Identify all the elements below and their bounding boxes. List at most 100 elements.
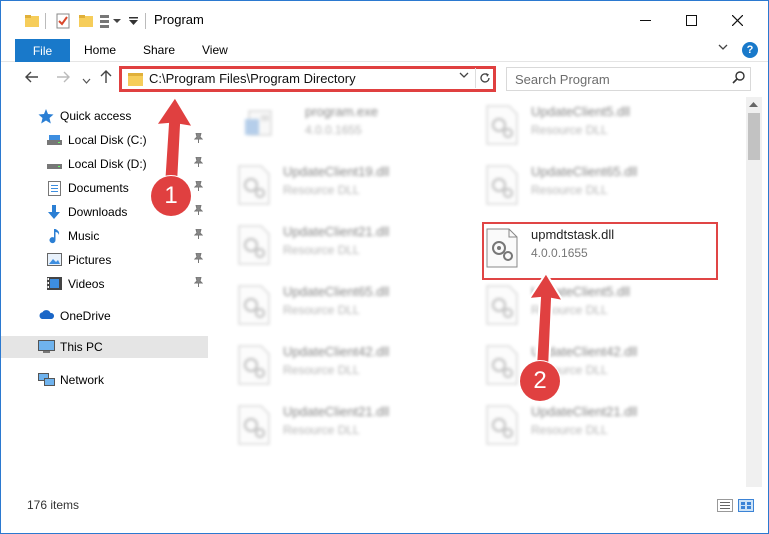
pin-icon[interactable]: [193, 252, 204, 266]
title-bar: Program: [1, 1, 768, 39]
vertical-scrollbar[interactable]: [746, 97, 762, 487]
file-type: Resource DLL: [283, 303, 360, 317]
scrollbar-thumb[interactable]: [748, 113, 760, 160]
refresh-icon[interactable]: [475, 68, 493, 88]
up-button[interactable]: [100, 70, 112, 88]
file-item[interactable]: UpdateClient5.dll Resource DLL: [461, 279, 701, 331]
file-name: UpdateClient19.dll: [283, 164, 390, 179]
search-input[interactable]: [507, 68, 722, 90]
address-bar[interactable]: C:\Program Files\Program Directory: [119, 66, 496, 92]
sidebar-item-label: Music: [68, 229, 100, 243]
file-type: Resource DLL: [283, 363, 360, 377]
sidebar-item-videos[interactable]: Videos: [1, 273, 208, 295]
file-item[interactable]: UpdateClient42.dll Resource DLL: [461, 339, 701, 391]
computer-icon: [38, 340, 55, 354]
ribbon-tabs: File Home Share View ?: [1, 39, 768, 62]
file-type: Resource DLL: [283, 243, 360, 257]
search-icon[interactable]: [732, 71, 745, 87]
navigation-bar: C:\Program Files\Program Directory: [1, 63, 768, 95]
file-item[interactable]: UpdateClient42.dll Resource DLL: [213, 339, 453, 391]
file-item[interactable]: UpdateClient21.dll Resource DLL: [213, 399, 453, 451]
sidebar-item-music[interactable]: Music: [1, 225, 208, 247]
explorer-window: Program File Home Share View ? C:\Progra…: [0, 0, 769, 534]
file-item[interactable]: UpdateClient21.dll Resource DLL: [213, 219, 453, 271]
help-icon[interactable]: ?: [742, 42, 758, 58]
file-item[interactable]: UpdateClient21.dll Resource DLL: [461, 399, 701, 451]
file-name: UpdateClient65.dll: [283, 284, 390, 299]
sidebar-item-label: Local Disk (C:): [68, 133, 147, 147]
file-item[interactable]: UpdateClient65.dll Resource DLL: [461, 159, 701, 211]
sidebar-item-label: Network: [60, 373, 105, 387]
file-name: UpdateClient21.dll: [283, 224, 390, 239]
network-icon: [38, 373, 55, 387]
pin-icon[interactable]: [193, 228, 204, 242]
large-icons-view-icon[interactable]: [738, 499, 754, 512]
file-name: UpdateClient21.dll: [283, 404, 390, 419]
minimize-button[interactable]: [622, 1, 668, 39]
new-folder-icon[interactable]: [79, 11, 93, 31]
download-icon: [47, 205, 62, 219]
file-item[interactable]: UpdateClient5.dll Resource DLL: [461, 99, 701, 151]
back-button[interactable]: [25, 70, 39, 87]
tab-file[interactable]: File: [15, 39, 70, 62]
item-count: 176 items: [27, 498, 80, 512]
window-title: Program: [154, 12, 204, 27]
sidebar-item-pictures[interactable]: Pictures: [1, 249, 208, 271]
sidebar-item-label: OneDrive: [60, 309, 111, 323]
pin-icon[interactable]: [193, 276, 204, 290]
folder-icon: [25, 11, 39, 31]
file-name: UpdateClient42.dll: [283, 344, 390, 359]
step-badge-1: 1: [151, 176, 191, 216]
tab-view[interactable]: View: [202, 43, 228, 57]
dll-file-icon: [486, 105, 518, 145]
file-name: UpdateClient65.dll: [531, 164, 638, 179]
customize-toolbar-icon[interactable]: [100, 11, 122, 31]
tab-home[interactable]: Home: [84, 43, 116, 57]
dll-file-icon: [486, 345, 518, 385]
file-type: Resource DLL: [283, 423, 360, 437]
file-type: Resource DLL: [283, 183, 360, 197]
drive-icon: [47, 133, 62, 147]
step-badge-2: 2: [520, 361, 560, 401]
exe-file-icon: [243, 105, 275, 145]
tab-share[interactable]: Share: [143, 43, 175, 57]
sidebar-item-label: Local Disk (D:): [68, 157, 147, 171]
dll-file-icon: [238, 285, 270, 325]
dll-file-icon: [238, 225, 270, 265]
sidebar-item-network[interactable]: Network: [1, 369, 208, 391]
pictures-icon: [47, 253, 62, 267]
sidebar-item-label: Documents: [68, 181, 129, 195]
dll-file-icon: [238, 405, 270, 445]
recent-locations-icon[interactable]: [82, 72, 91, 89]
close-button[interactable]: [714, 1, 760, 39]
sidebar-item-onedrive[interactable]: OneDrive: [1, 305, 208, 327]
videos-icon: [47, 277, 62, 291]
file-name: program.exe: [305, 104, 378, 119]
properties-icon[interactable]: [56, 11, 70, 31]
scroll-up-icon[interactable]: [749, 99, 758, 109]
search-box[interactable]: [506, 67, 751, 91]
details-view-icon[interactable]: [717, 499, 733, 512]
maximize-button[interactable]: [668, 1, 714, 39]
sidebar-item-label: Quick access: [60, 109, 132, 123]
file-item[interactable]: UpdateClient65.dll Resource DLL: [213, 279, 453, 331]
dll-file-icon: [486, 165, 518, 205]
sidebar-item-this-pc[interactable]: This PC: [1, 336, 208, 358]
star-icon: [38, 109, 54, 124]
expand-ribbon-icon[interactable]: [718, 42, 728, 55]
file-name: UpdateClient5.dll: [531, 104, 631, 119]
divider: [145, 13, 146, 29]
dll-file-icon: [486, 405, 518, 445]
file-item[interactable]: UpdateClient19.dll Resource DLL: [213, 159, 453, 211]
dropdown-icon[interactable]: [129, 11, 138, 31]
folder-icon: [128, 73, 143, 86]
dll-file-icon: [238, 165, 270, 205]
status-bar: 176 items: [1, 491, 768, 517]
file-type: Resource DLL: [531, 123, 608, 137]
sidebar-item-label: Downloads: [68, 205, 128, 219]
file-item[interactable]: program.exe 4.0.0.1655: [225, 99, 465, 151]
address-path[interactable]: C:\Program Files\Program Directory: [149, 71, 356, 86]
file-version: 4.0.0.1655: [305, 123, 362, 137]
forward-button[interactable]: [56, 70, 70, 87]
address-dropdown-icon[interactable]: [459, 70, 469, 83]
